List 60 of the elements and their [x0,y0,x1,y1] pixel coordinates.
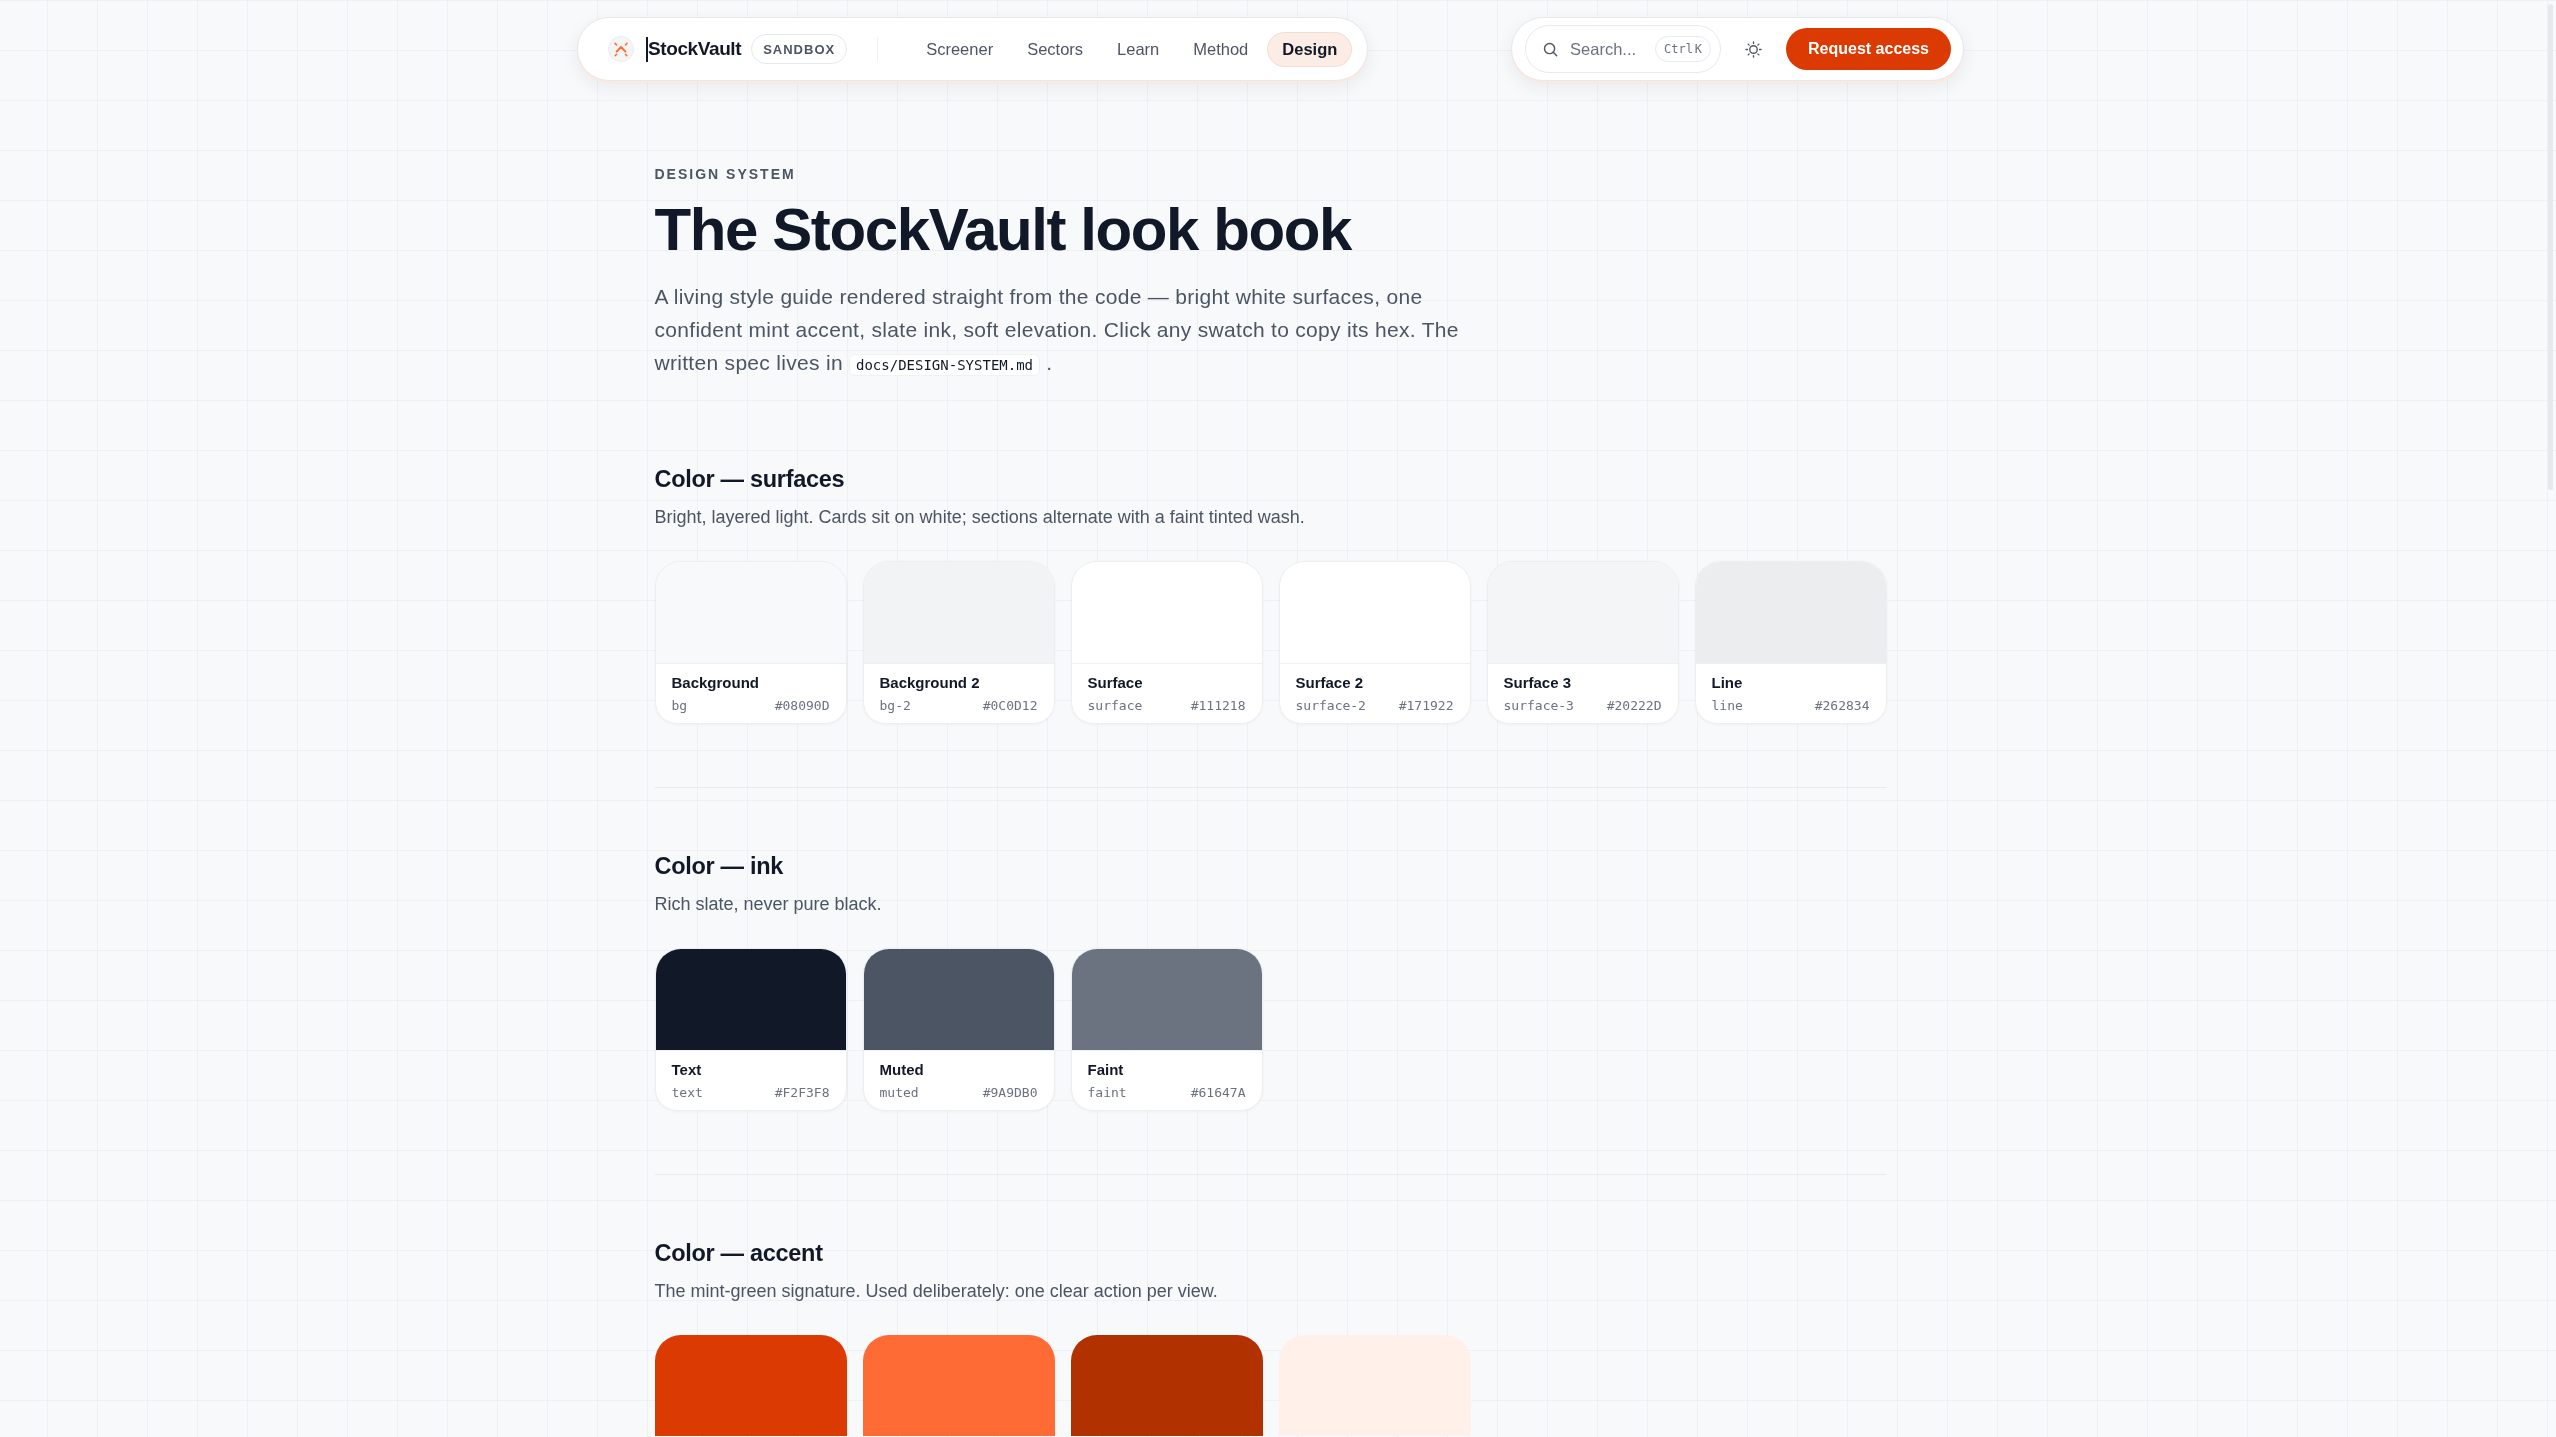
color-swatch[interactable] [862,1335,1055,1436]
brand-name[interactable]: StockVault [648,38,742,60]
swatch-name: Background [671,673,760,693]
text-caret-icon [646,36,648,62]
hex-value: #9A9DB0 [982,1084,1038,1102]
hex-value: #61647A [1190,1084,1246,1102]
section-description: Bright, layered light. Cards sit on white; sections alternate with a faint tinted wash. [654,506,1306,529]
token-name: line [1711,697,1743,715]
swatch-card[interactable]: Background 2 bg-2 #0C0D12 [862,561,1055,724]
section-heading: Color — surfaces [654,465,846,494]
token-name: surface [1087,697,1143,715]
page-title: The StockVault look book [654,197,1353,263]
keyboard-shortcut: Ctrl K [1655,36,1712,62]
nav-link[interactable]: Design [1267,31,1353,67]
hex-value: #08090D [774,697,830,715]
swatch-card[interactable]: Surface 2 surface-2 #171922 [1278,561,1471,724]
swatch-name: Line [1711,673,1744,693]
swatch-name: Surface 2 [1295,673,1365,693]
swatch-name: Surface 3 [1503,673,1573,693]
token-name: faint [1087,1084,1127,1102]
swatch-card[interactable]: Background bg #08090D [654,561,847,724]
search-icon [1543,42,1559,57]
swatch-card[interactable]: Muted muted #9A9DB0 [862,948,1055,1111]
swatch-name: Text [671,1060,703,1080]
swatch-name: Surface [1087,673,1144,693]
token-name: surface-3 [1503,697,1574,715]
swatch-card[interactable]: Faint faint #61647A [1070,948,1263,1111]
swatch-card[interactable]: Surface 3 surface-3 #20222D [1486,561,1679,724]
swatch-card[interactable]: Surface surface #111218 [1070,561,1263,724]
section-description: Rich slate, never pure black. [654,893,883,916]
color-swatch[interactable] [1070,1335,1263,1436]
swatch-name: Muted [879,1060,925,1080]
section-description: The mint-green signature. Used deliberately: one clear action per view. [654,1280,1219,1303]
token-name: surface-2 [1295,697,1366,715]
hex-value: #262834 [1814,697,1870,715]
token-name: text [671,1084,703,1102]
section-heading: Color — ink [654,852,785,881]
hex-value: #111218 [1190,697,1246,715]
intro-paragraph: A living style guide rendered straight from the code — bright white surfaces, one confident mint accent, slate ink, soft elevation. Click any swatch to copy its hex. The written spec lives in docs/DESIGN-SYSTEM.md . [654,284,1460,378]
hex-value: #171922 [1398,697,1454,715]
token-name: muted [879,1084,919,1102]
hex-value: #20222D [1606,697,1662,715]
nav-link[interactable]: Learn [1102,31,1175,67]
sun-icon[interactable] [1745,40,1763,58]
nav-link[interactable]: Method [1178,31,1264,67]
chevron-logo-icon[interactable] [608,36,634,62]
token-name: bg-2 [879,697,911,715]
swatch-card[interactable]: Line line #262834 [1694,561,1887,724]
color-swatch[interactable] [654,1335,847,1436]
eyebrow-label: DESIGN SYSTEM [654,165,797,184]
nav-link[interactable]: Sectors [1012,31,1099,67]
swatch-name: Faint [1087,1060,1125,1080]
request-access-button[interactable]: Request access [1786,28,1951,70]
hex-value: #0C0D12 [982,697,1038,715]
token-name: bg [671,697,688,715]
hex-value: #F2F3F8 [774,1084,830,1102]
swatch-name: Background 2 [879,673,981,693]
section-heading: Color — accent [654,1239,824,1268]
nav-link[interactable]: Screener [911,31,1009,67]
swatch-card[interactable]: Text text #F2F3F8 [654,948,847,1111]
